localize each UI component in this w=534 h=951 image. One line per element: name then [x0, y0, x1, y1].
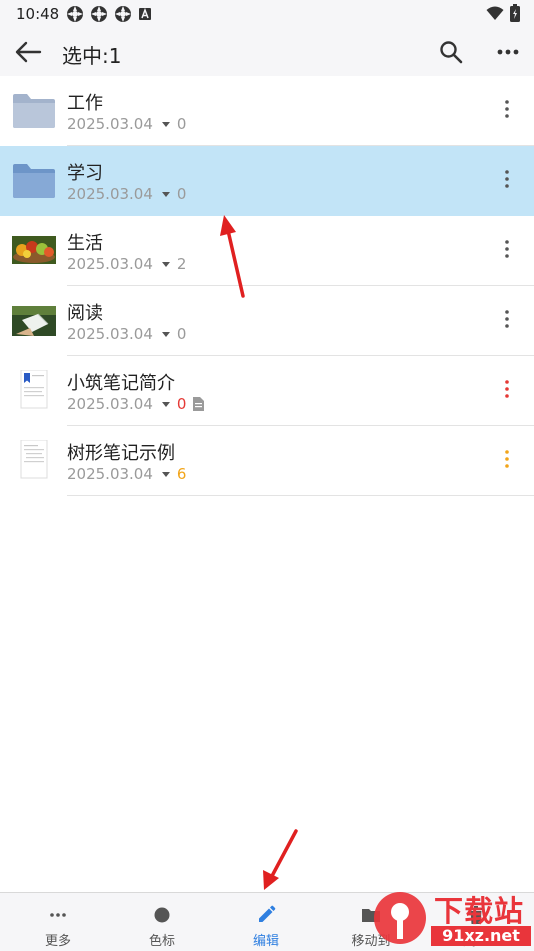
kebab-menu-icon[interactable]	[496, 168, 518, 190]
folder-move-icon	[362, 909, 380, 922]
item-meta: 2025.03.04 0	[67, 185, 186, 203]
list-item[interactable]: 生活 2025.03.04 2	[0, 216, 534, 286]
item-date: 2025.03.04	[67, 115, 153, 133]
delete-label: 删除	[462, 934, 489, 949]
back-arrow-icon[interactable]	[14, 40, 42, 64]
note-file-icon	[193, 397, 205, 411]
caret-down-icon	[161, 471, 170, 477]
app-bar: 选中:1	[0, 28, 534, 76]
kebab-menu-icon[interactable]	[496, 238, 518, 260]
caret-down-icon	[161, 261, 170, 267]
item-name: 学习	[67, 163, 103, 184]
delete-icon	[469, 906, 483, 924]
item-date: 2025.03.04	[67, 185, 153, 203]
move-to-label: 移动到	[351, 934, 391, 949]
pencil-icon	[259, 905, 276, 922]
item-date: 2025.03.04	[67, 395, 153, 413]
app-notification-icon	[91, 6, 107, 22]
search-icon[interactable]	[438, 39, 464, 65]
move-to-button[interactable]: 移动到	[318, 893, 424, 951]
app-notification-icon	[115, 6, 131, 22]
keyboard-a-icon	[139, 7, 151, 20]
folder-icon	[13, 94, 55, 128]
kebab-menu-icon[interactable]	[496, 98, 518, 120]
folder-icon	[13, 164, 55, 198]
item-name: 阅读	[67, 303, 103, 324]
color-label-label: 色标	[148, 934, 175, 949]
item-date: 2025.03.04	[67, 325, 153, 343]
status-right	[486, 4, 520, 22]
list-item[interactable]: 工作 2025.03.04 0	[0, 76, 534, 146]
item-count: 0	[176, 395, 187, 413]
document-thumbnail	[20, 440, 48, 479]
caret-down-icon	[161, 191, 170, 197]
list-item[interactable]: 阅读 2025.03.04 0	[0, 286, 534, 356]
delete-button[interactable]: 删除	[423, 893, 529, 951]
more-label: 更多	[44, 934, 71, 949]
fruit-basket-thumbnail	[12, 236, 56, 264]
color-dot-icon	[154, 907, 170, 923]
more-button[interactable]: 更多	[5, 893, 111, 951]
document-thumbnail	[20, 370, 48, 409]
item-meta: 2025.03.04 0	[67, 115, 186, 133]
status-time: 10:48	[16, 5, 60, 23]
battery-icon	[510, 4, 520, 22]
caret-down-icon	[161, 401, 170, 407]
item-count: 2	[176, 255, 187, 273]
item-count: 6	[176, 465, 187, 483]
reading-thumbnail	[12, 306, 56, 336]
item-name: 小筑笔记简介	[67, 373, 175, 394]
edit-label: 编辑	[252, 934, 279, 949]
kebab-menu-icon[interactable]	[496, 448, 518, 470]
wifi-icon	[486, 6, 504, 20]
item-meta: 2025.03.04 0	[67, 395, 205, 413]
item-meta: 2025.03.04 0	[67, 325, 186, 343]
item-meta: 2025.03.04 2	[67, 255, 186, 273]
item-count: 0	[176, 115, 187, 133]
app-notification-icon	[67, 6, 83, 22]
kebab-menu-icon[interactable]	[496, 378, 518, 400]
list-item[interactable]: 小筑笔记简介 2025.03.04 0	[0, 356, 534, 426]
more-horiz-icon[interactable]	[495, 40, 521, 64]
caret-down-icon	[161, 121, 170, 127]
item-date: 2025.03.04	[67, 255, 153, 273]
page-title: 选中:1	[62, 44, 122, 68]
caret-down-icon	[161, 331, 170, 337]
note-list: 工作 2025.03.04 0 学习 2025.03.04 0 生活 2025.…	[0, 76, 534, 892]
item-date: 2025.03.04	[67, 465, 153, 483]
item-name: 树形笔记示例	[67, 443, 175, 464]
item-count: 0	[176, 185, 187, 203]
more-horiz-icon	[50, 913, 66, 917]
list-item-selected[interactable]: 学习 2025.03.04 0	[0, 146, 534, 216]
color-label-button[interactable]: 色标	[109, 893, 215, 951]
divider	[67, 495, 534, 496]
item-name: 工作	[67, 93, 103, 114]
bottom-action-bar: 更多 色标 编辑 移动到 删除	[0, 892, 534, 951]
list-item[interactable]: 树形笔记示例 2025.03.04 6	[0, 426, 534, 496]
item-name: 生活	[67, 233, 103, 254]
item-count: 0	[176, 325, 187, 343]
status-bar: 10:48	[0, 0, 534, 28]
item-meta: 2025.03.04 6	[67, 465, 186, 483]
edit-button[interactable]: 编辑	[213, 893, 319, 951]
notification-icons	[66, 5, 152, 23]
kebab-menu-icon[interactable]	[496, 308, 518, 330]
